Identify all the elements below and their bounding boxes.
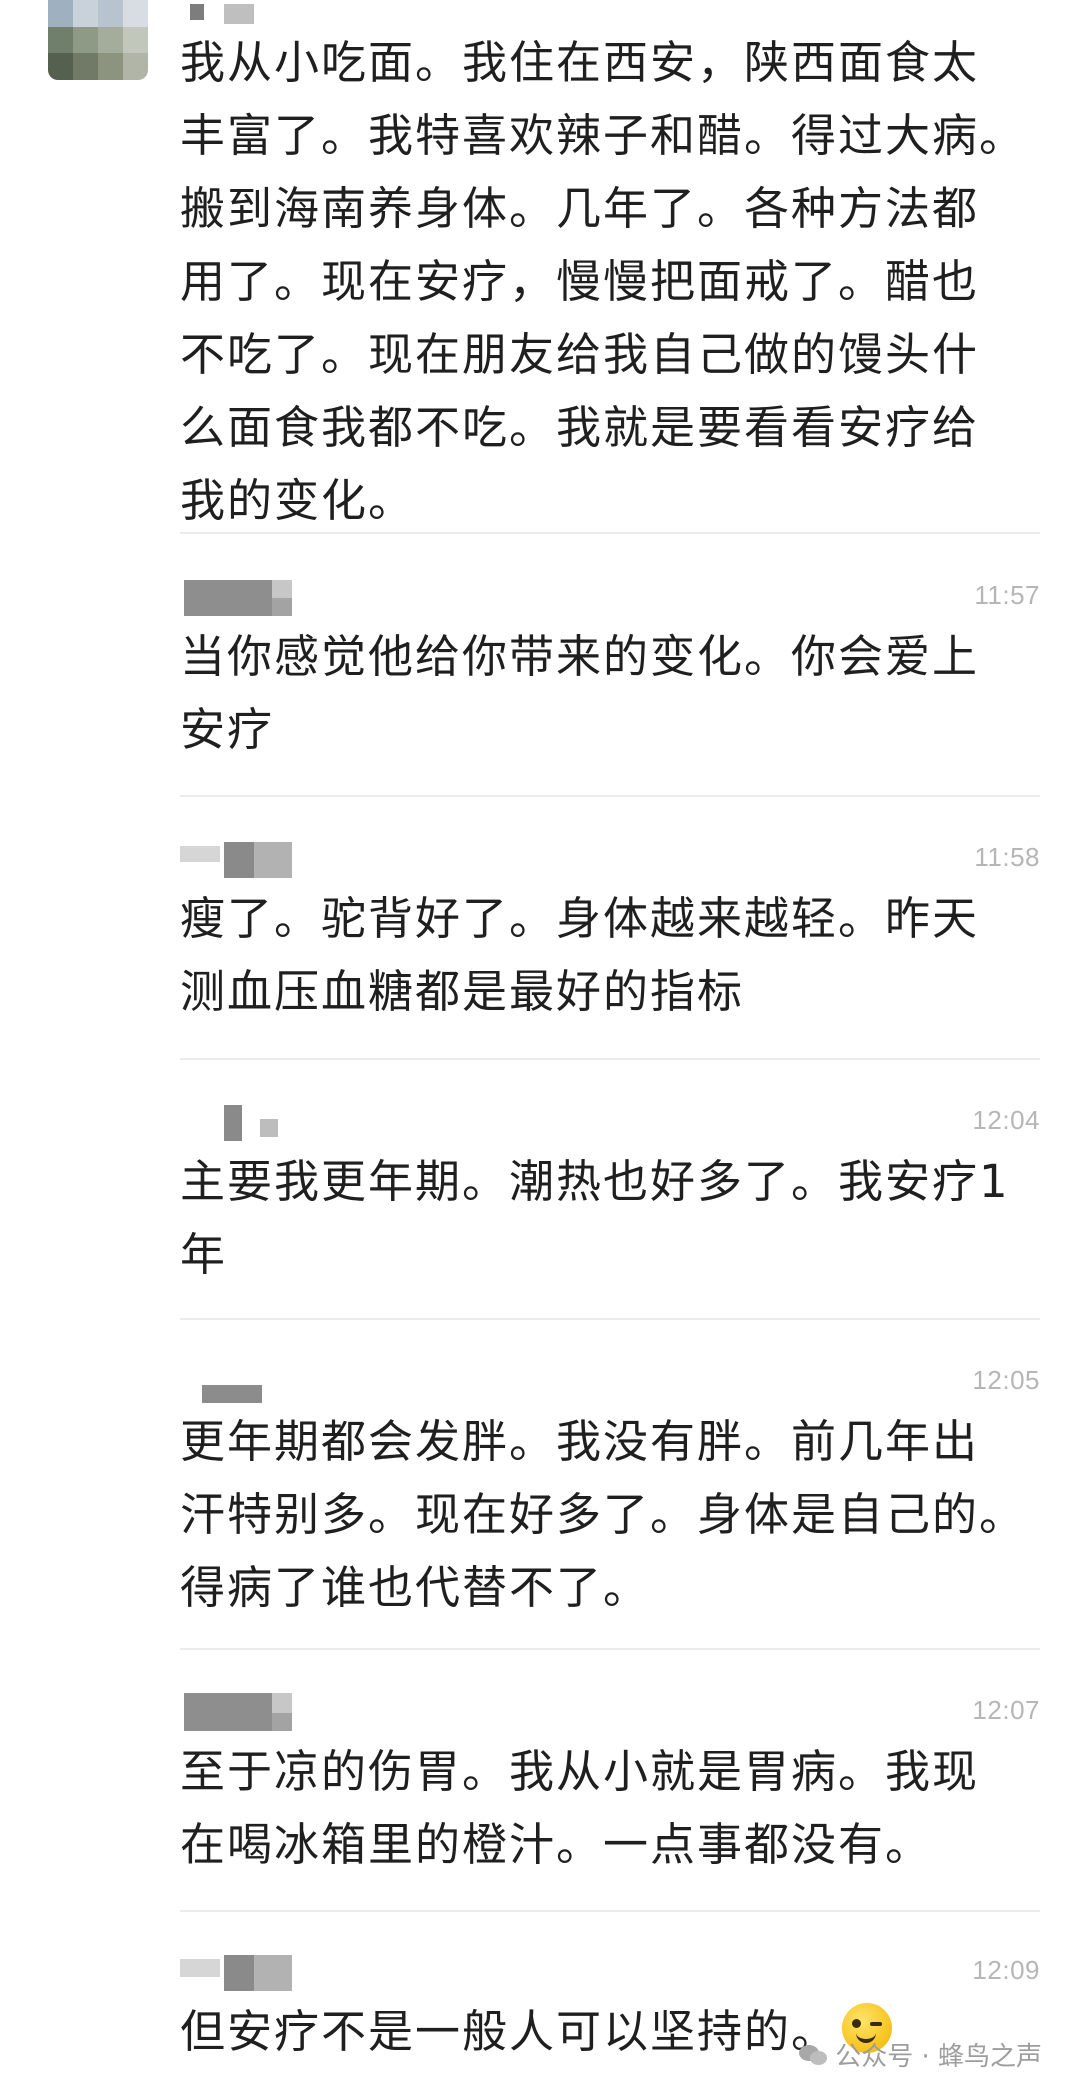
message-text: 瘦了。驼背好了。身体越来越轻。昨天 测血压血糖都是最好的指标 xyxy=(180,892,980,1018)
message-time: 12:04 xyxy=(972,1105,1040,1135)
message-divider xyxy=(180,1318,1040,1320)
message-line: 但安疗不是一般人可以坚持的。 xyxy=(180,2005,839,2058)
chat-message: 11:57 当你感觉他给你带来的变化。你会爱上 安疗 xyxy=(180,570,1040,760)
message-text: 但安疗不是一般人可以坚持的。 xyxy=(180,1995,893,2068)
message-divider xyxy=(180,1648,1040,1650)
message-text: 主要我更年期。潮热也好多了。我安疗1 年 xyxy=(180,1155,1010,1281)
message-text: 至于凉的伤胃。我从小就是胃病。我现 在喝冰箱里的橙汁。一点事都没有。 xyxy=(180,1745,980,1871)
message-text: 当你感觉他给你带来的变化。你会爱上 安疗 xyxy=(180,630,980,756)
message-time: 11:57 xyxy=(974,580,1040,610)
chat-message: 12:05 更年期都会发胖。我没有胖。前几年出 汗特别多。现在好多了。身体是自己… xyxy=(180,1355,1040,1625)
chat-message: 我从小吃面。我住在西安，陕西面食太 丰富了。我特喜欢辣子和醋。得过大病。 搬到海… xyxy=(180,0,1040,527)
message-time: 11:58 xyxy=(974,842,1040,872)
message-time: 12:09 xyxy=(972,1955,1040,1985)
chat-message: 12:07 至于凉的伤胃。我从小就是胃病。我现 在喝冰箱里的橙汁。一点事都没有。 xyxy=(180,1685,1040,1875)
sender-name-blurred xyxy=(180,1365,380,1405)
chat-message: 11:58 瘦了。驼背好了。身体越来越轻。昨天 测血压血糖都是最好的指标 xyxy=(180,832,1040,1022)
message-divider xyxy=(180,795,1040,797)
message-time: 12:05 xyxy=(972,1365,1040,1395)
message-divider xyxy=(180,1058,1040,1060)
message-time: 12:07 xyxy=(972,1695,1040,1725)
wechat-icon xyxy=(799,2043,829,2067)
sender-name-blurred xyxy=(180,1955,380,1995)
avatar[interactable] xyxy=(48,0,148,80)
message-divider xyxy=(180,1910,1040,1912)
watermark: 公众号 · 蜂鸟之声 xyxy=(799,2036,1042,2073)
watermark-text: 公众号 · 蜂鸟之声 xyxy=(835,2042,1042,2072)
sender-name-blurred xyxy=(180,842,380,882)
sender-name-blurred xyxy=(180,1693,380,1733)
chat-message: 12:04 主要我更年期。潮热也好多了。我安疗1 年 xyxy=(180,1095,1040,1285)
message-text: 更年期都会发胖。我没有胖。前几年出 汗特别多。现在好多了。身体是自己的。 得病了… xyxy=(180,1415,1027,1614)
message-text: 我从小吃面。我住在西安，陕西面食太 丰富了。我特喜欢辣子和醋。得过大病。 搬到海… xyxy=(180,36,1027,527)
sender-name-blurred xyxy=(180,580,380,620)
message-divider xyxy=(180,532,1040,534)
sender-name-blurred xyxy=(180,1105,380,1145)
